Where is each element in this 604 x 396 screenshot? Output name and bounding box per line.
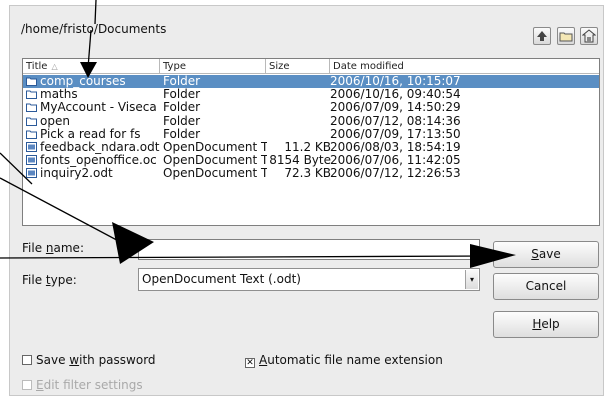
list-item[interactable]: open Folder 2006/07/12, 08:14:36 <box>23 115 599 128</box>
list-header: Title △ Type Size Date modified <box>23 59 599 74</box>
list-item[interactable]: fonts_openoffice.oc OpenDocument T 8154 By… <box>23 154 599 167</box>
cell-date: 2006/07/12, 08:14:36 <box>330 114 461 128</box>
cell-type: Folder <box>163 101 201 115</box>
automatic-extension-checkbox[interactable]: ✕ Automatic file name extension <box>245 353 443 368</box>
checkbox-disabled-icon <box>22 380 32 390</box>
list-rows: comp_courses Folder 2006/10/16, 10:15:07 ma… <box>23 75 599 181</box>
cell-type: Folder <box>163 75 201 88</box>
list-item[interactable]: comp_courses Folder 2006/10/16, 10:15:07 <box>23 75 599 89</box>
cell-size: 8154 Byte <box>269 154 331 168</box>
default-directory-icon <box>582 29 596 43</box>
edit-filter-settings-checkbox: Edit filter settings <box>22 378 143 392</box>
document-icon <box>26 154 40 167</box>
cell-size: 11.2 KB <box>284 140 331 154</box>
file-type-select[interactable]: OpenDocument Text (.odt) ▾ <box>138 268 480 291</box>
checkbox-unchecked-icon <box>22 355 32 365</box>
folder-icon <box>26 128 40 141</box>
up-level-icon <box>537 31 547 41</box>
cell-title: open <box>26 115 160 128</box>
checkbox-checked-icon: ✕ <box>245 358 255 368</box>
document-icon <box>26 167 40 180</box>
cell-date: 2006/08/03, 18:54:19 <box>330 140 461 154</box>
folder-icon <box>26 75 40 88</box>
cell-title: Pick a read for fs <box>26 128 160 141</box>
new-folder-icon <box>559 32 573 42</box>
cell-date: 2006/07/12, 12:26:53 <box>330 167 461 181</box>
cell-title: MyAccount - Viseca <box>26 101 160 114</box>
file-type-value: OpenDocument Text (.odt) <box>142 272 301 286</box>
cell-size: 72.3 KB <box>284 167 331 181</box>
cell-type: Folder <box>163 88 201 102</box>
cell-type: OpenDocument T <box>163 154 267 168</box>
file-name-label: File name: <box>22 241 84 255</box>
folder-icon <box>26 101 40 114</box>
cell-title: inquiry2.odt <box>26 167 160 180</box>
cell-date: 2006/10/16, 09:40:54 <box>330 88 461 102</box>
cell-title: fonts_openoffice.oc <box>26 154 160 167</box>
cell-type: Folder <box>163 114 201 128</box>
cell-type: Folder <box>163 127 201 141</box>
help-button[interactable]: Help <box>493 311 599 338</box>
list-item[interactable]: MyAccount - Viseca Folder 2006/07/09, 14:5… <box>23 101 599 114</box>
up-level-button[interactable] <box>533 27 551 45</box>
column-type[interactable]: Type <box>160 59 266 74</box>
new-folder-button[interactable] <box>557 27 575 45</box>
cell-title: feedback_ndara.odt <box>26 141 160 154</box>
sort-ascending-icon: △ <box>51 62 58 71</box>
dropdown-arrow-icon[interactable]: ▾ <box>465 270 478 289</box>
file-type-label: File type: <box>22 273 77 287</box>
file-list[interactable]: Title △ Type Size Date modified comp_cour… <box>22 58 600 226</box>
cell-date: 2006/07/09, 14:50:29 <box>330 101 461 115</box>
cell-date: 2006/10/16, 10:15:07 <box>330 75 461 88</box>
column-size[interactable]: Size <box>266 59 330 74</box>
cell-title: comp_courses <box>26 75 160 88</box>
save-button[interactable]: Save <box>493 241 599 268</box>
column-title[interactable]: Title △ <box>23 59 160 74</box>
current-path: /home/fristo/Documents <box>21 22 167 36</box>
folder-icon <box>26 115 40 128</box>
default-directory-button[interactable] <box>580 27 598 45</box>
cell-title: maths <box>26 88 160 101</box>
cell-type: OpenDocument T <box>163 167 267 181</box>
list-item[interactable]: inquiry2.odt OpenDocument T 72.3 KB 2006/07… <box>23 167 599 180</box>
file-name-input[interactable] <box>138 239 480 260</box>
list-item[interactable]: maths Folder 2006/10/16, 09:40:54 <box>23 88 599 101</box>
column-date-modified[interactable]: Date modified <box>330 59 600 74</box>
cell-date: 2006/07/06, 11:42:05 <box>330 154 461 168</box>
cell-date: 2006/07/09, 17:13:50 <box>330 127 461 141</box>
cancel-button[interactable]: Cancel <box>493 273 599 300</box>
list-item[interactable]: Pick a read for fs Folder 2006/07/09, 17:1… <box>23 128 599 141</box>
cell-type: OpenDocument T <box>163 140 267 154</box>
folder-icon <box>26 88 40 101</box>
save-with-password-checkbox[interactable]: Save with password <box>22 353 156 367</box>
document-icon <box>26 141 40 154</box>
list-item[interactable]: feedback_ndara.odt OpenDocument T 11.2 KB 2… <box>23 141 599 154</box>
